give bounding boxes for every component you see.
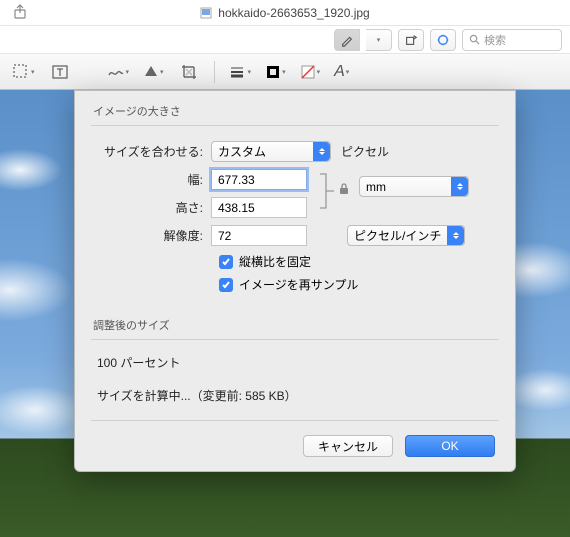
fill-color-tool[interactable]: ▾ [300, 64, 321, 80]
border-color-tool[interactable]: ▾ [265, 64, 286, 80]
image-canvas: イメージの大きさ サイズを合わせる: カスタム ピクセル 幅: 高さ: [0, 90, 570, 537]
titlebar: hokkaido-2663653_1920.jpg [0, 0, 570, 26]
search-placeholder: 検索 [484, 32, 506, 48]
height-label: 高さ: [93, 199, 211, 216]
ok-button[interactable]: OK [405, 435, 495, 457]
resample-label: イメージを再サンプル [239, 276, 358, 293]
resolution-label: 解像度: [93, 227, 211, 244]
dimension-unit-select[interactable]: mm [359, 176, 469, 197]
adjust-color-tool[interactable]: ▾ [143, 64, 164, 80]
height-input[interactable] [211, 197, 307, 218]
lock-icon[interactable] [337, 182, 351, 201]
image-size-dialog: イメージの大きさ サイズを合わせる: カスタム ピクセル 幅: 高さ: [74, 90, 516, 472]
stepper-arrows-icon [451, 177, 468, 196]
section-title-result: 調整後のサイズ [75, 305, 515, 339]
markup-button[interactable] [334, 29, 360, 51]
fit-into-value: カスタム [218, 143, 266, 160]
resample-checkbox[interactable]: イメージを再サンプル [219, 276, 497, 293]
width-input[interactable] [211, 169, 307, 190]
sign-tool[interactable]: ▾ [107, 63, 130, 81]
resolution-unit-select[interactable]: ピクセル/インチ [347, 225, 465, 246]
fit-into-unit: ピクセル [341, 143, 389, 160]
checkmark-icon [219, 278, 233, 292]
rotate-button[interactable] [398, 29, 424, 51]
window-title: hokkaido-2663653_1920.jpg [218, 6, 369, 20]
link-bracket-icon [318, 171, 336, 211]
fit-into-label: サイズを合わせる: [93, 143, 211, 160]
dimension-unit-value: mm [366, 180, 386, 194]
fit-into-select[interactable]: カスタム [211, 141, 331, 162]
cancel-button[interactable]: キャンセル [303, 435, 393, 457]
text-style-tool[interactable]: A▾ [334, 63, 349, 81]
scale-proportionally-checkbox[interactable]: 縦横比を固定 [219, 253, 497, 270]
markup-toolbar: ▾ ▾ ▾ ▾ ▾ ▾ A▾ [0, 54, 570, 90]
stepper-arrows-icon [447, 226, 464, 245]
markup-dropdown[interactable]: ▾ [366, 29, 392, 51]
search-input[interactable]: 検索 [462, 29, 562, 51]
share-icon[interactable] [12, 4, 28, 23]
window-toolbar: ▾ 検索 [0, 26, 570, 54]
checkmark-icon [219, 255, 233, 269]
highlight-button[interactable] [430, 29, 456, 51]
file-icon [200, 7, 212, 19]
stepper-arrows-icon [313, 142, 330, 161]
crop-tool[interactable] [178, 61, 200, 83]
separator [214, 61, 215, 83]
result-size-text: サイズを計算中...（変更前: 585 KB） [97, 387, 493, 404]
scale-proportionally-label: 縦横比を固定 [239, 253, 311, 270]
text-tool[interactable] [49, 61, 71, 83]
resolution-unit-value: ピクセル/インチ [354, 227, 441, 244]
width-label: 幅: [93, 171, 211, 188]
result-percent: 100 パーセント [97, 354, 493, 371]
line-style-tool[interactable]: ▾ [229, 64, 252, 80]
resolution-input[interactable] [211, 225, 307, 246]
selection-tool[interactable]: ▾ [12, 63, 35, 81]
section-title-image-size: イメージの大きさ [75, 91, 515, 125]
